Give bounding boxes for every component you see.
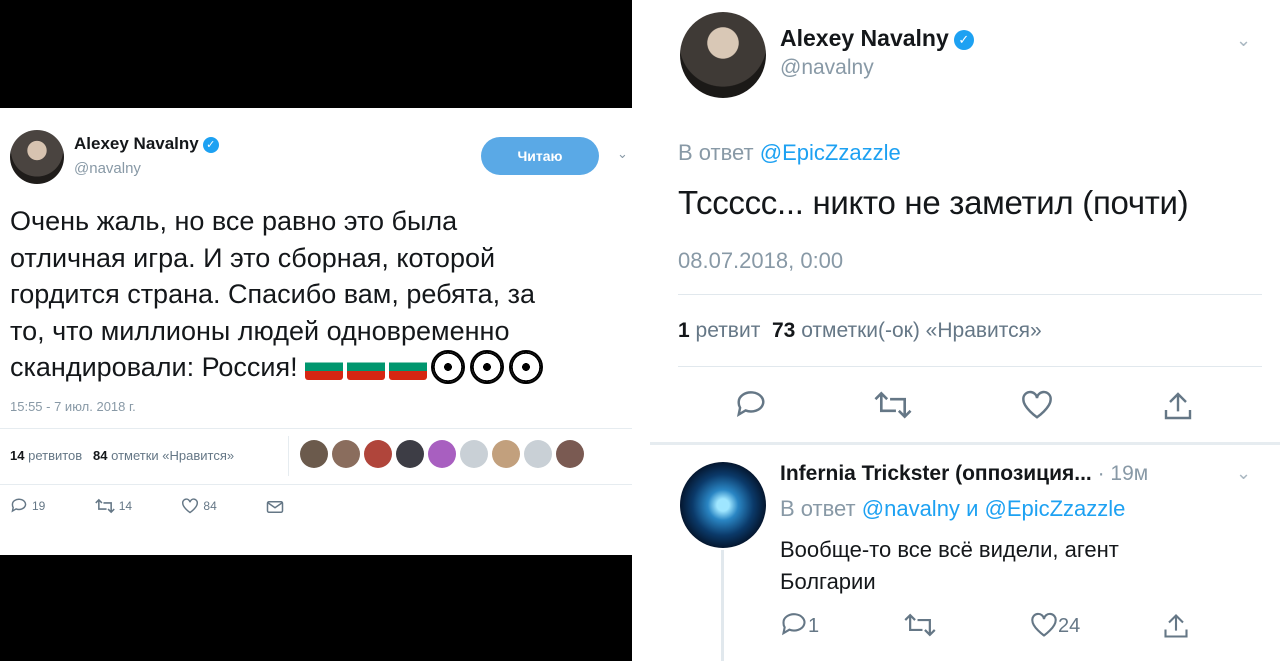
heart-icon [1031, 612, 1057, 637]
author-name-text: Alexey Navalny [780, 25, 949, 51]
liker-avatar[interactable] [556, 440, 584, 468]
like-button[interactable]: 24 [1030, 612, 1080, 638]
verified-badge-icon: ✓ [953, 30, 974, 50]
divider [678, 366, 1262, 367]
retweet-button[interactable] [904, 612, 936, 638]
retweets-count[interactable]: 1 [678, 319, 690, 342]
reply-prefix: В ответ [780, 496, 856, 521]
liker-avatar[interactable] [492, 440, 520, 468]
mention-conjunction: и [966, 496, 979, 521]
chevron-down-icon[interactable]: ⌄ [1236, 30, 1251, 51]
verified-badge-icon: ✓ [202, 137, 219, 153]
reply-button[interactable]: 19 [10, 498, 45, 514]
likes-count[interactable]: 84 [93, 448, 107, 463]
chevron-down-icon[interactable]: ⌄ [1236, 463, 1251, 484]
flag-bulgaria-icon [389, 354, 428, 380]
reply-actions: 1 24 [632, 612, 1280, 646]
like-count: 84 [203, 499, 217, 513]
retweets-count[interactable]: 14 [10, 448, 24, 463]
reply-text: Вообще-то все всё видели, агент Болгарии [780, 537, 1119, 594]
reply-avatar[interactable] [680, 462, 766, 548]
retweet-count: 14 [118, 499, 133, 513]
tweet-actions: 19 14 84 [10, 498, 334, 514]
likes-count[interactable]: 73 [772, 319, 795, 342]
divider [0, 484, 632, 485]
divider [288, 436, 289, 476]
retweet-button[interactable] [874, 390, 912, 420]
retweet-button[interactable]: 14 [94, 498, 133, 514]
message-button[interactable] [266, 499, 288, 514]
reply-age: · 19м [1097, 462, 1149, 485]
likes-label[interactable]: отметки(-ок) «Нравится» [801, 319, 1042, 342]
liker-avatar[interactable] [524, 440, 552, 468]
reply-context: В ответ @EpicZzazzle [678, 140, 901, 166]
author-handle[interactable]: @navalny [780, 56, 874, 80]
reply-icon [782, 613, 806, 636]
soccer-ball-icon [431, 350, 466, 384]
share-button[interactable] [1162, 390, 1194, 422]
reply-button[interactable]: 1 [780, 612, 819, 638]
tweet-text: Тссссс... никто не заметил (почти) [678, 184, 1189, 221]
author-name-text: Alexey Navalny [74, 134, 199, 153]
author-name[interactable]: Alexey Navalny ✓ [780, 25, 974, 52]
envelope-icon [266, 501, 284, 513]
mention-link[interactable]: @EpicZzazzle [984, 496, 1125, 521]
reply-count: 1 [808, 615, 820, 637]
retweets-label[interactable]: ретвитов [28, 448, 82, 463]
mention-link[interactable]: @navalny [862, 496, 960, 521]
liker-avatar[interactable] [396, 440, 424, 468]
likes-label[interactable]: отметки «Нравится» [111, 448, 234, 463]
heart-icon [182, 498, 199, 514]
avatar[interactable] [680, 12, 766, 98]
reply-context: В ответ @navalny и @EpicZzazzle [780, 496, 1125, 522]
retweet-icon [874, 391, 912, 419]
liker-avatars [300, 440, 588, 472]
retweet-icon [904, 613, 936, 637]
reply-author[interactable]: Infernia Trickster (оппозиция... · 19м [780, 462, 1148, 486]
reply-button[interactable] [734, 390, 768, 420]
flag-bulgaria-icon [347, 354, 386, 380]
heart-icon [1022, 390, 1052, 419]
reply-prefix: В ответ [678, 140, 754, 165]
divider [0, 428, 632, 429]
soccer-ball-icon [470, 350, 505, 384]
tweet-timestamp: 08.07.2018, 0:00 [678, 248, 844, 273]
liker-avatar[interactable] [300, 440, 328, 468]
liker-avatar[interactable] [332, 440, 360, 468]
reply-author-name: Infernia Trickster (оппозиция... [780, 462, 1092, 485]
mention-link[interactable]: @EpicZzazzle [760, 140, 901, 165]
reply-icon [736, 391, 765, 418]
right-screenshot: Alexey Navalny ✓ @navalny ⌄ В ответ @Epic… [632, 0, 1280, 661]
reply-count: 19 [32, 499, 46, 513]
tweet-actions [632, 390, 1280, 424]
share-button[interactable] [1162, 612, 1190, 640]
flag-bulgaria-icon [305, 354, 344, 380]
tweet-stats: 1 ретвит 73 отметки(-ок) «Нравится» [678, 319, 1042, 343]
reply-icon [11, 498, 27, 513]
following-button[interactable]: Читаю [481, 137, 599, 175]
divider [650, 442, 1280, 445]
tweet-timestamp[interactable]: 15:55 - 7 июл. 2018 г. [10, 399, 136, 414]
chevron-down-icon[interactable]: ⌄ [617, 146, 628, 161]
like-button[interactable]: 84 [181, 498, 217, 514]
liker-avatar[interactable] [460, 440, 488, 468]
author-name[interactable]: Alexey Navalny ✓ [74, 134, 219, 154]
like-count: 24 [1058, 615, 1081, 637]
share-icon [1164, 392, 1192, 420]
tweet-text: Очень жаль, но все равно это была отличн… [10, 203, 610, 386]
tweet-stats: 14 ретвитов 84 отметки «Нравится» [10, 448, 234, 463]
divider [678, 294, 1262, 295]
retweets-label[interactable]: ретвит [696, 319, 761, 342]
avatar[interactable] [10, 130, 64, 184]
share-icon [1164, 614, 1188, 638]
liker-avatar[interactable] [428, 440, 456, 468]
retweet-icon [94, 498, 115, 514]
liker-avatar[interactable] [364, 440, 392, 468]
soccer-ball-icon [509, 350, 544, 384]
left-screenshot: Alexey Navalny ✓ @navalny Читаю ⌄ Очень ж… [0, 0, 632, 661]
like-button[interactable] [1020, 390, 1054, 420]
author-handle[interactable]: @navalny [74, 160, 141, 177]
